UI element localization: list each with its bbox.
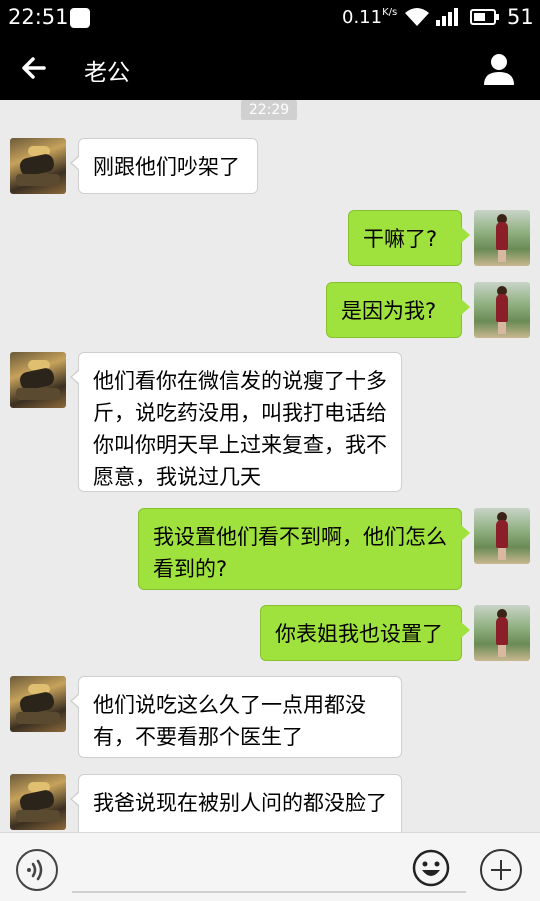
notification-icon (70, 8, 90, 28)
chat-timestamp: 22:29 (241, 100, 297, 120)
contact-avatar[interactable] (10, 676, 66, 732)
contact-avatar[interactable] (10, 352, 66, 408)
message-input[interactable] (72, 859, 466, 893)
my-avatar[interactable] (474, 282, 530, 338)
back-arrow-icon[interactable] (18, 52, 50, 84)
battery-icon (470, 9, 499, 25)
wifi-icon (405, 8, 429, 26)
contact-avatar[interactable] (10, 138, 66, 194)
emoji-icon[interactable] (412, 849, 450, 887)
signal-icon (436, 8, 458, 26)
message-bubble-incoming[interactable]: 刚跟他们吵架了 (70, 138, 258, 194)
input-bar (0, 832, 540, 901)
contact-avatar[interactable] (10, 774, 66, 830)
message-bubble-outgoing[interactable]: 我设置他们看不到啊，他们怎么看到的? (138, 508, 470, 590)
net-speed: 0.11K/s (342, 7, 398, 28)
voice-icon[interactable] (16, 849, 58, 891)
message-bubble-outgoing[interactable]: 你表姐我也设置了 (260, 605, 470, 661)
my-avatar[interactable] (474, 605, 530, 661)
battery-level: 51 (507, 5, 534, 29)
message-bubble-incoming[interactable]: 他们说吃这么久了一点用都没有，不要看那个医生了 (70, 676, 402, 758)
status-time: 22:51 (8, 5, 69, 29)
message-bubble-incoming[interactable]: 他们看你在微信发的说瘦了十多斤，说吃药没用，叫我打电话给你叫你明天早上过来复查，… (70, 352, 402, 492)
message-bubble-incoming[interactable]: 我爸说现在被别人问的都没脸了 (70, 774, 402, 832)
chat-area[interactable]: 22:29 刚跟他们吵架了 干嘛了? 是因为我? 他们看你在微信发的说瘦了十多斤… (0, 100, 540, 832)
my-avatar[interactable] (474, 210, 530, 266)
plus-icon[interactable] (480, 849, 522, 891)
message-bubble-outgoing[interactable]: 干嘛了? (348, 210, 470, 266)
status-bar: 22:51 0.11K/s 51 (0, 0, 540, 36)
message-bubble-outgoing[interactable]: 是因为我? (326, 282, 470, 338)
chat-title: 老公 (84, 60, 130, 86)
profile-icon[interactable] (482, 52, 516, 86)
my-avatar[interactable] (474, 508, 530, 564)
chat-header: 老公 (0, 36, 540, 100)
